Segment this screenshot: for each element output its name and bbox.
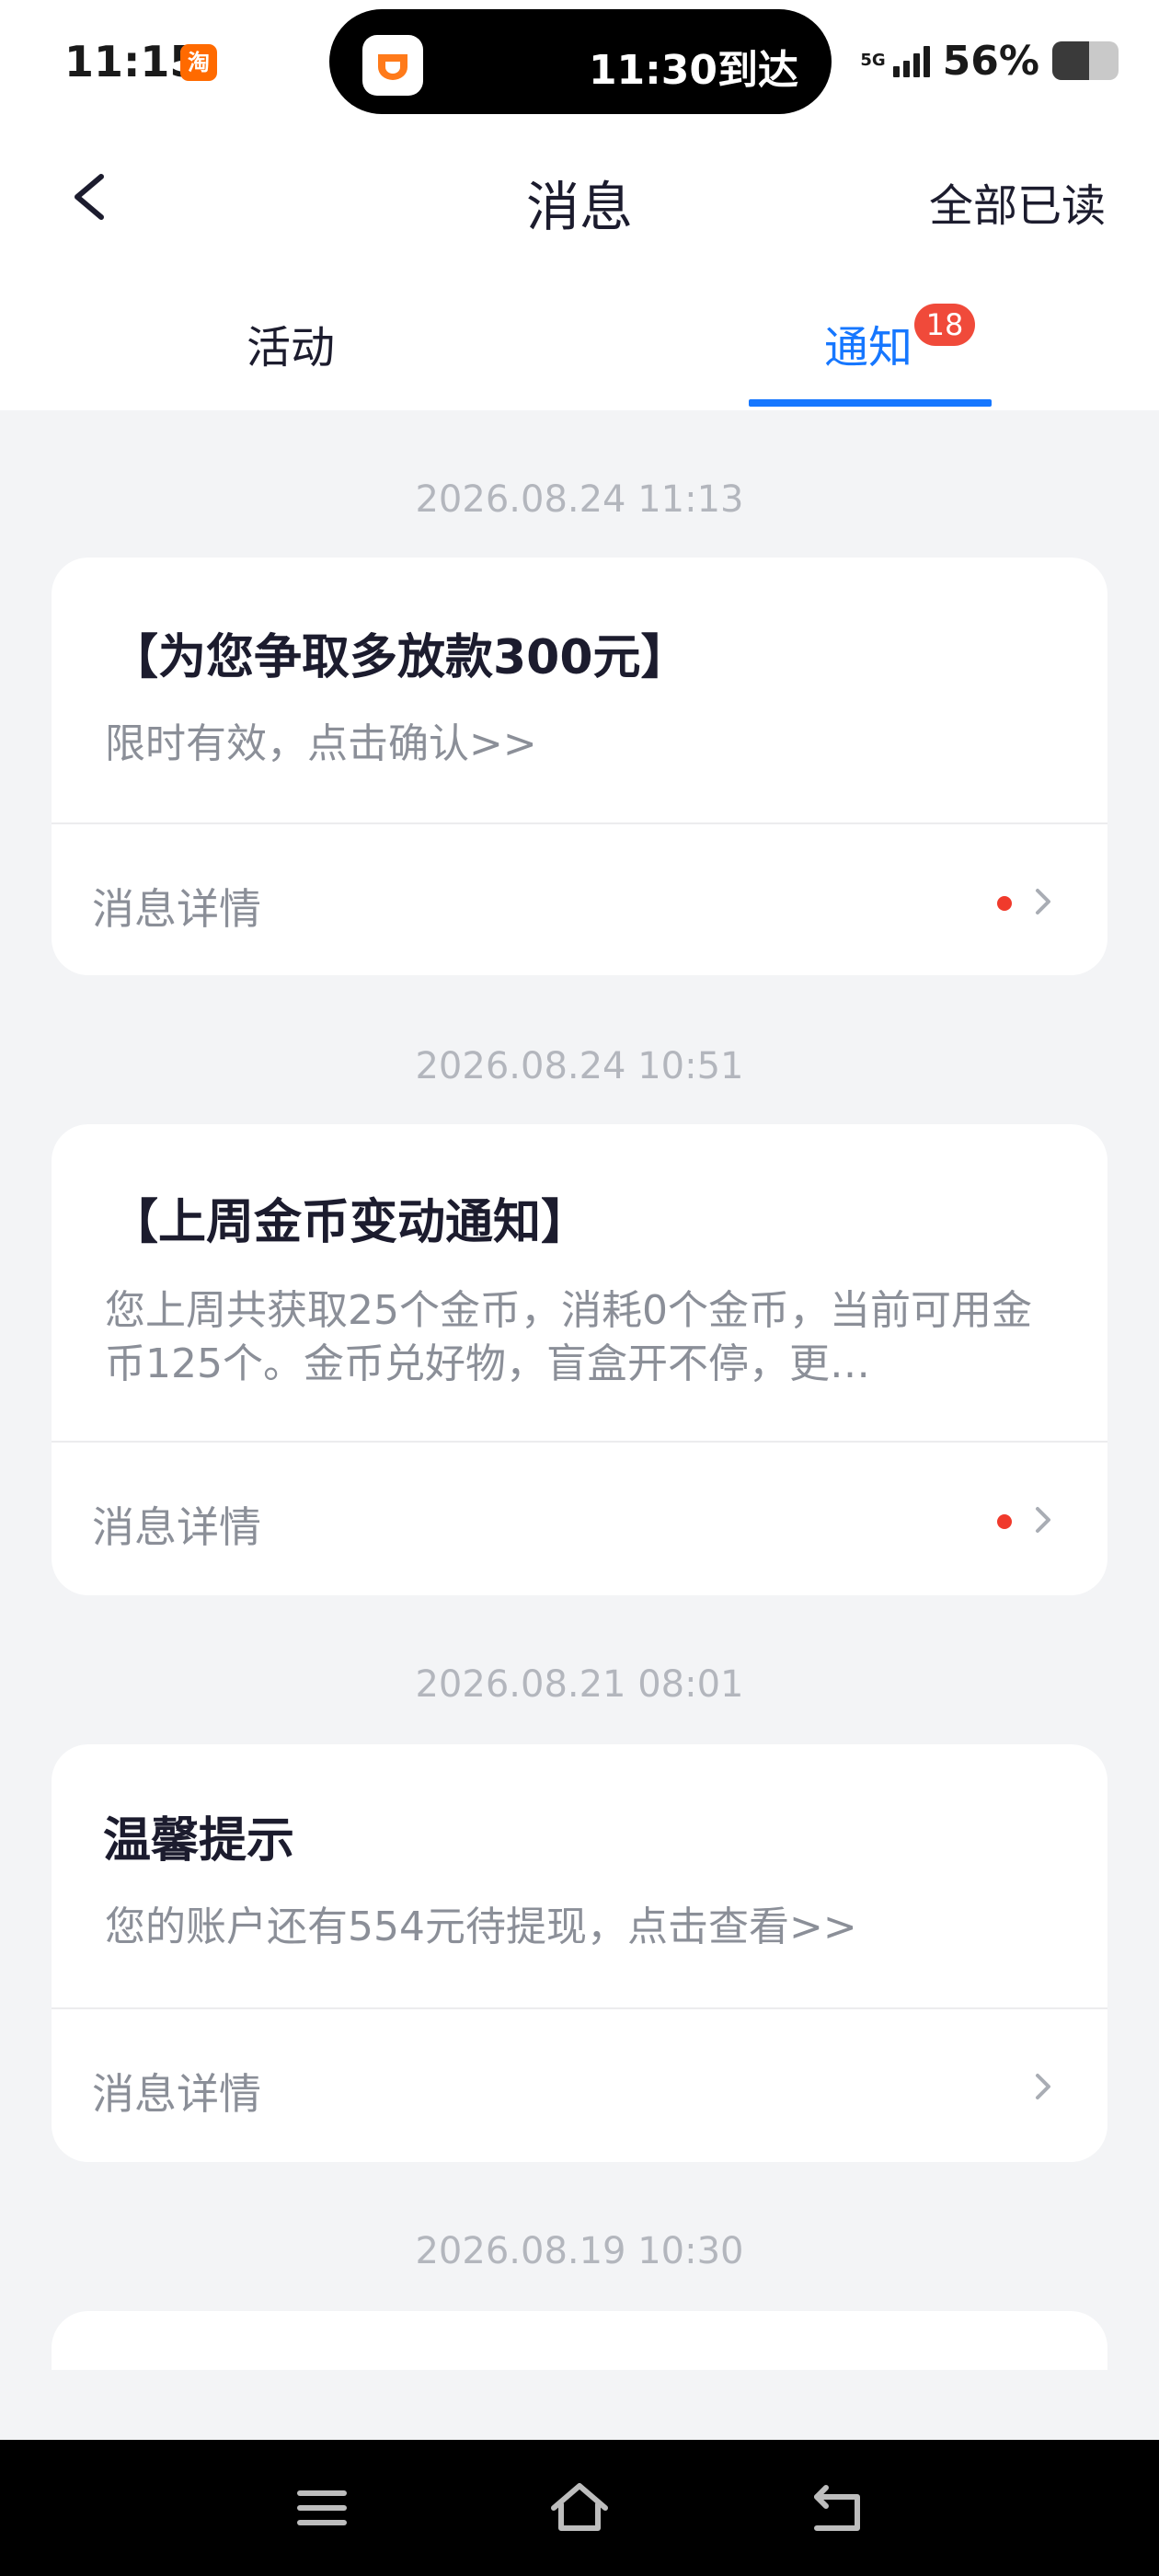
status-bar: 11:15 淘 11:30到达 5G 56% xyxy=(0,0,1159,129)
message-title: 【上周金币变动通知】 xyxy=(110,1195,590,1250)
message-detail-label: 消息详情 xyxy=(92,1502,261,1552)
message-description: 您的账户还有554元待提现，点击查看>> xyxy=(105,1903,857,1950)
active-tab-indicator xyxy=(749,399,992,407)
arrival-time-text: 11:30到达 xyxy=(588,47,798,94)
status-indicators: 5G 56% xyxy=(860,33,1119,88)
message-title: 【为您争取多放款300元】 xyxy=(110,630,689,685)
chevron-right-icon xyxy=(1036,2074,1050,2099)
battery-fill xyxy=(1052,41,1090,80)
unread-dot xyxy=(997,1514,1012,1529)
message-card[interactable] xyxy=(52,2311,1107,2370)
mark-all-read-button[interactable]: 全部已读 xyxy=(929,169,1106,234)
chevron-right-icon xyxy=(1036,889,1050,914)
message-detail-label: 消息详情 xyxy=(92,2069,261,2119)
battery-percent: 56% xyxy=(942,37,1039,85)
notice-count-badge: 18 xyxy=(914,304,975,346)
signal-icon xyxy=(889,44,930,77)
dynamic-island[interactable]: 11:30到达 xyxy=(329,9,832,114)
message-card[interactable]: 【为您争取多放款300元】 限时有效，点击确认>> 消息详情 xyxy=(52,558,1107,975)
back-nav-icon[interactable] xyxy=(804,2475,870,2541)
message-timestamp: 2026.08.24 10:51 xyxy=(415,1045,744,1087)
message-description: 您上周共获取25个金币，消耗0个金币，当前可用金币125个。金币兑好物，盲盒开不… xyxy=(105,1287,1032,1387)
message-card[interactable]: 【上周金币变动通知】 您上周共获取25个金币，消耗0个金币，当前可用金币125个… xyxy=(52,1124,1107,1595)
message-title: 温馨提示 xyxy=(103,1813,295,1869)
network-type: 5G xyxy=(860,51,886,70)
message-detail-label: 消息详情 xyxy=(92,884,261,934)
message-card[interactable]: 温馨提示 您的账户还有554元待提现，点击查看>> 消息详情 xyxy=(52,1744,1107,2162)
menu-icon[interactable] xyxy=(289,2475,355,2541)
home-icon[interactable] xyxy=(546,2475,613,2541)
message-detail-row[interactable]: 消息详情 xyxy=(52,2009,1107,2162)
message-description: 限时有效，点击确认>> xyxy=(105,720,537,767)
taobao-notification-icon: 淘 xyxy=(180,44,217,81)
tab-activity[interactable]: 活动 xyxy=(247,311,335,375)
didi-app-icon xyxy=(362,35,423,96)
message-detail-row[interactable]: 消息详情 xyxy=(52,1443,1107,1595)
unread-dot xyxy=(997,896,1012,911)
chevron-right-icon xyxy=(1036,1507,1050,1533)
message-timestamp: 2026.08.19 10:30 xyxy=(415,2230,744,2272)
tab-bar: 活动 通知 18 xyxy=(0,267,1159,410)
message-detail-row[interactable]: 消息详情 xyxy=(52,824,1107,975)
tab-notice[interactable]: 通知 xyxy=(824,311,912,375)
nav-header: 消息 全部已读 xyxy=(0,129,1159,267)
battery-icon xyxy=(1052,41,1119,80)
message-timestamp: 2026.08.24 11:13 xyxy=(415,478,744,521)
status-time: 11:15 xyxy=(64,37,200,86)
system-nav-bar xyxy=(0,2440,1159,2576)
message-timestamp: 2026.08.21 08:01 xyxy=(415,1663,744,1706)
